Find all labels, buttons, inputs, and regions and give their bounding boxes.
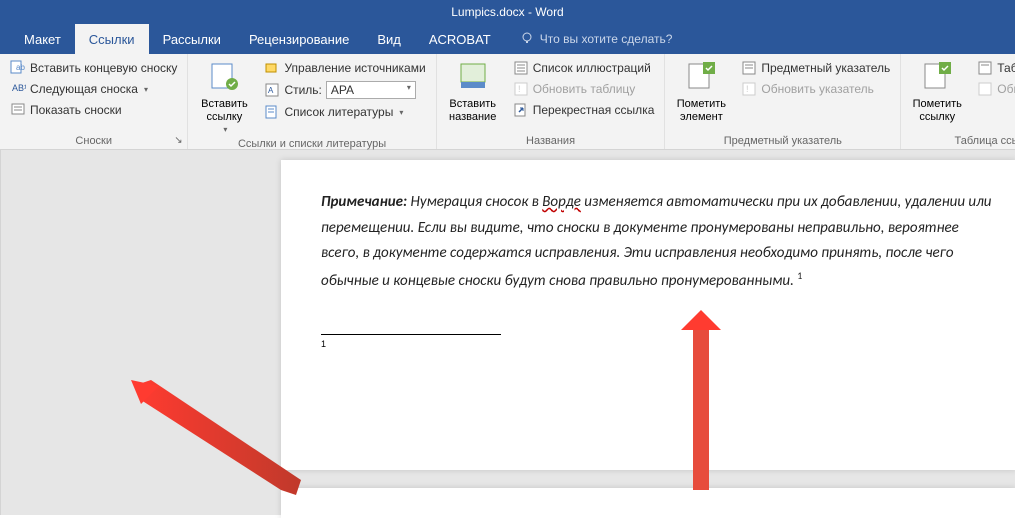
chevron-down-icon: ▾ xyxy=(399,108,403,117)
group-label-footnotes: Сноски xyxy=(6,133,181,149)
group-index: Пометить элемент Предметный указатель ! … xyxy=(665,54,901,149)
svg-text:ab: ab xyxy=(16,63,25,72)
chevron-down-icon: ▾ xyxy=(144,85,148,94)
index-icon xyxy=(741,60,757,76)
mark-citation-button[interactable]: Пометить ссылку xyxy=(907,58,967,127)
tell-me-placeholder: Что вы хотите сделать? xyxy=(540,32,673,46)
group-label-index: Предметный указатель xyxy=(671,133,894,149)
chevron-down-icon: ▾ xyxy=(223,125,227,135)
svg-text:AB¹: AB¹ xyxy=(12,83,26,93)
lightbulb-icon xyxy=(520,31,534,48)
document-title: Lumpics.docx - Word xyxy=(451,5,563,19)
tof-icon xyxy=(513,60,529,76)
manage-sources-button[interactable]: Управление источниками xyxy=(260,58,429,78)
next-footnote-icon: AB¹ xyxy=(10,81,26,97)
insert-endnote-button[interactable]: ab Вставить концевую сноску xyxy=(6,58,181,78)
group-label-captions: Названия xyxy=(443,133,659,149)
style-value[interactable]: APA ▾ xyxy=(326,81,416,99)
update-table-button: ! Обновить таблицу xyxy=(509,79,659,99)
mark-entry-button[interactable]: Пометить элемент xyxy=(671,58,731,127)
tell-me-box[interactable]: Что вы хотите сделать? xyxy=(520,31,673,48)
update-index-button: ! Обновить указатель xyxy=(737,79,894,99)
endnote-icon: ab xyxy=(10,60,26,76)
document-page-next[interactable] xyxy=(281,488,1015,518)
title-bar: Lumpics.docx - Word xyxy=(0,0,1015,24)
citation-style-select[interactable]: A Стиль: APA ▾ xyxy=(260,79,429,101)
note-label: Примечание: xyxy=(321,193,407,211)
spellcheck-underline[interactable]: Ворде xyxy=(542,193,581,211)
show-notes-icon xyxy=(10,102,26,118)
tab-references[interactable]: Ссылки xyxy=(75,24,149,54)
dialog-launcher-footnotes[interactable]: ↘ xyxy=(171,133,185,147)
cross-ref-icon xyxy=(513,102,529,118)
footnote-reference[interactable]: 1 xyxy=(797,269,802,282)
group-label-authorities: Таблица ссылок xyxy=(907,133,1015,149)
footnote-number: 1 xyxy=(321,339,326,349)
group-footnotes: ab Вставить концевую сноску AB¹ Следующа… xyxy=(0,54,188,149)
next-footnote-button[interactable]: AB¹ Следующая сноска ▾ xyxy=(6,79,181,99)
update-auth-icon xyxy=(977,81,993,97)
group-authorities: Пометить ссылку Таблица ссыл Обновить та… xyxy=(901,54,1015,149)
update-icon: ! xyxy=(513,81,529,97)
caption-icon xyxy=(457,60,489,96)
tab-acrobat[interactable]: ACROBAT xyxy=(415,24,505,54)
mark-entry-icon xyxy=(685,60,717,96)
footnote-separator xyxy=(321,334,501,335)
insert-authorities-button[interactable]: Таблица ссыл xyxy=(973,58,1015,78)
document-page[interactable]: Примечание: Нумерация сносок в Ворде изм… xyxy=(281,160,1015,470)
style-icon: A xyxy=(264,82,280,98)
tab-layout[interactable]: Макет xyxy=(10,24,75,54)
group-captions: Вставить название Список иллюстраций ! О… xyxy=(437,54,666,149)
citation-icon xyxy=(208,60,240,96)
cross-reference-button[interactable]: Перекрестная ссылка xyxy=(509,100,659,120)
bibliography-icon xyxy=(264,104,280,120)
footnote-area[interactable]: 1 xyxy=(321,339,996,355)
group-citations: Вставить ссылку ▾ Управление источниками… xyxy=(188,54,436,149)
mark-citation-icon xyxy=(921,60,953,96)
svg-text:!: ! xyxy=(518,84,521,94)
document-paragraph[interactable]: Примечание: Нумерация сносок в Ворде изм… xyxy=(321,190,996,294)
ribbon: ab Вставить концевую сноску AB¹ Следующа… xyxy=(0,54,1015,150)
document-canvas[interactable]: Примечание: Нумерация сносок в Ворде изм… xyxy=(1,150,1015,515)
update-index-icon: ! xyxy=(741,81,757,97)
insert-index-button[interactable]: Предметный указатель xyxy=(737,58,894,78)
svg-text:!: ! xyxy=(746,84,749,94)
tab-view[interactable]: Вид xyxy=(363,24,415,54)
tab-review[interactable]: Рецензирование xyxy=(235,24,363,54)
tab-mailings[interactable]: Рассылки xyxy=(149,24,235,54)
show-notes-button[interactable]: Показать сноски xyxy=(6,100,181,120)
svg-text:A: A xyxy=(268,86,274,95)
manage-sources-icon xyxy=(264,60,280,76)
update-authorities-button: Обновить табл xyxy=(973,79,1015,99)
ribbon-tabs: Макет Ссылки Рассылки Рецензирование Вид… xyxy=(0,24,1015,54)
insert-caption-button[interactable]: Вставить название xyxy=(443,58,503,127)
insert-citation-button[interactable]: Вставить ссылку ▾ xyxy=(194,58,254,136)
table-of-figures-button[interactable]: Список иллюстраций xyxy=(509,58,659,78)
document-workspace: Примечание: Нумерация сносок в Ворде изм… xyxy=(0,150,1015,515)
authorities-icon xyxy=(977,60,993,76)
bibliography-button[interactable]: Список литературы ▾ xyxy=(260,102,429,122)
